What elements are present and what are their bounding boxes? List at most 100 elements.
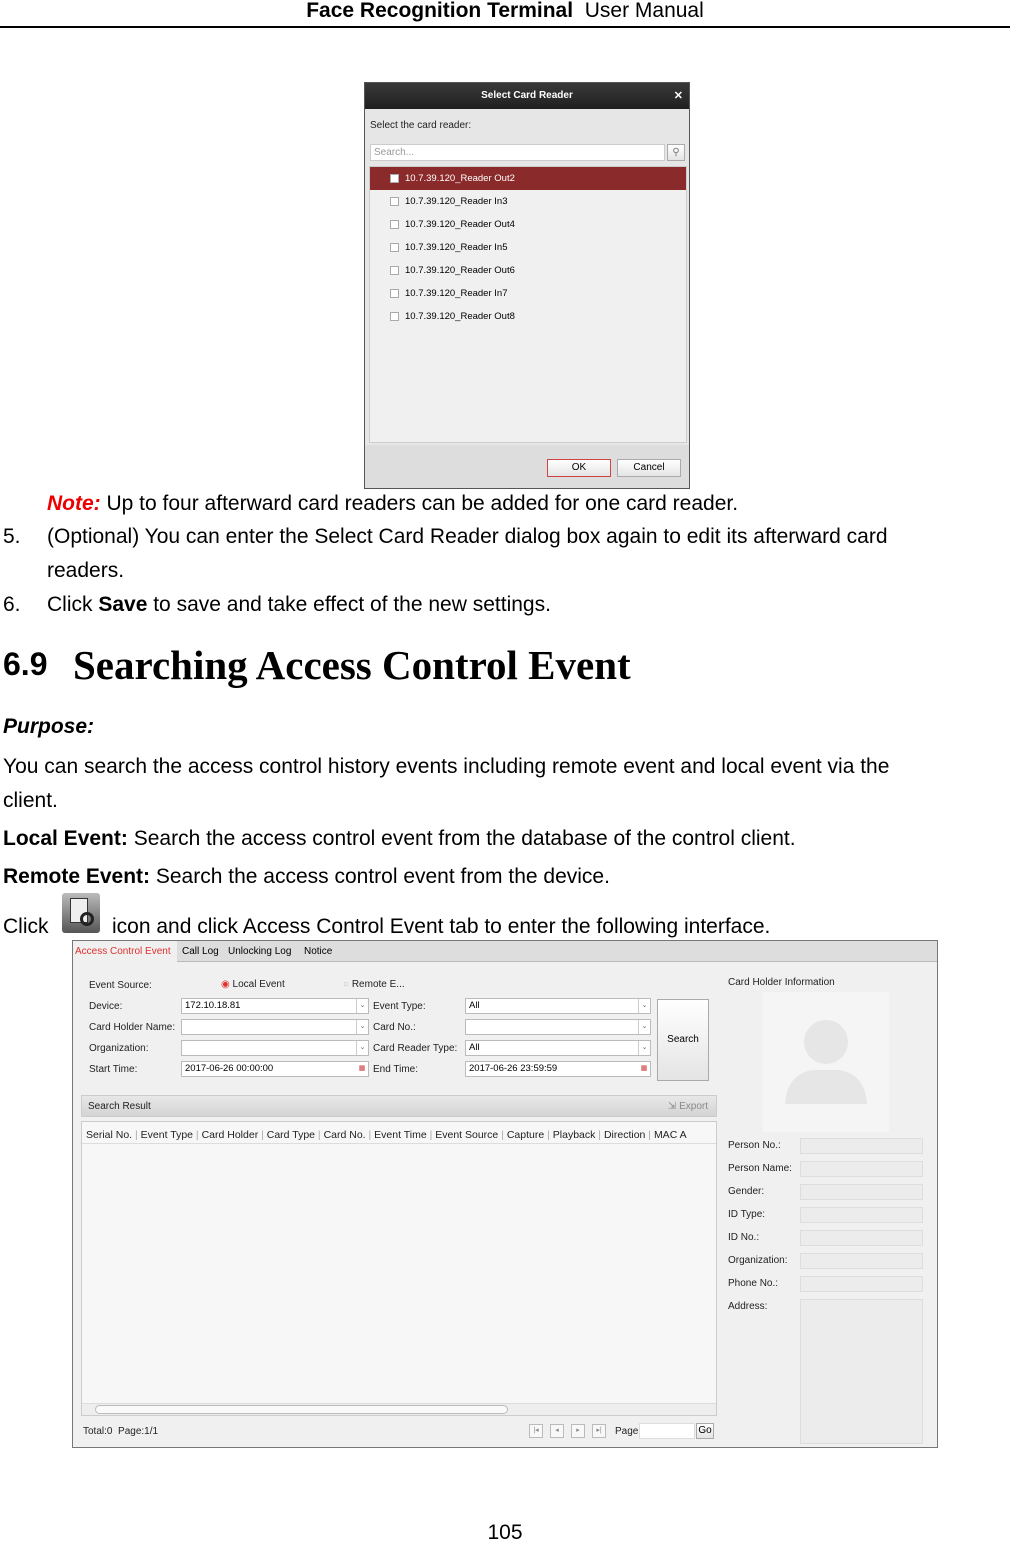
- remote-event-radio[interactable]: ○ Remote E...: [343, 979, 405, 990]
- column-header[interactable]: Direction: [604, 1129, 645, 1141]
- prev-page-icon[interactable]: ◂: [550, 1424, 564, 1438]
- info-field-value: [800, 1207, 923, 1223]
- person-photo: [763, 992, 889, 1132]
- section-number: 6.9: [3, 646, 48, 682]
- note-label: Note:: [47, 492, 101, 515]
- chevron-down-icon: ⌄: [356, 1020, 368, 1034]
- page-label: Page: [615, 1426, 639, 1437]
- column-separator: |: [426, 1129, 436, 1141]
- device-select[interactable]: 172.10.18.81 ⌄: [181, 998, 369, 1014]
- column-header[interactable]: Event Source: [435, 1129, 498, 1141]
- page-header: Face Recognition Terminal User Manual: [0, 0, 1010, 28]
- calendar-icon[interactable]: ▦: [356, 1062, 368, 1076]
- end-time-value: 2017-06-26 23:59:59: [469, 1063, 558, 1074]
- checkbox[interactable]: [390, 288, 399, 298]
- export-button[interactable]: ⇲ Export: [668, 1101, 708, 1112]
- reader-list-item[interactable]: 10.7.39.120_Reader Out2: [370, 167, 686, 190]
- cancel-button[interactable]: Cancel: [617, 459, 681, 477]
- step-number: 5.: [3, 525, 21, 548]
- close-icon[interactable]: ✕: [674, 83, 683, 109]
- reader-list-item[interactable]: 10.7.39.120_Reader Out4: [370, 213, 686, 236]
- tab-unlocking-log[interactable]: Unlocking Log: [228, 941, 291, 962]
- reader-list-item[interactable]: 10.7.39.120_Reader Out8: [370, 305, 686, 328]
- organization-select[interactable]: ⌄: [181, 1040, 369, 1056]
- column-header[interactable]: Card No.: [324, 1129, 366, 1141]
- info-field-value: [800, 1138, 923, 1154]
- reader-name: 10.7.39.120_Reader Out8: [405, 311, 515, 322]
- column-header[interactable]: Event Time: [374, 1129, 427, 1141]
- chevron-down-icon: ⌄: [638, 1041, 650, 1055]
- reader-list-item[interactable]: 10.7.39.120_Reader Out6: [370, 259, 686, 282]
- chevron-down-icon: ⌄: [356, 999, 368, 1013]
- step5-text-cont: readers.: [47, 559, 125, 582]
- column-header[interactable]: Playback: [553, 1129, 596, 1141]
- purpose-text: You can search the access control histor…: [3, 755, 890, 778]
- ok-button[interactable]: OK: [547, 459, 611, 477]
- info-field-value: [800, 1299, 923, 1444]
- column-header[interactable]: Serial No.: [86, 1129, 132, 1141]
- horizontal-scrollbar[interactable]: [82, 1403, 716, 1415]
- start-time-input[interactable]: 2017-06-26 00:00:00 ▦: [181, 1061, 369, 1077]
- info-field-label: Person No.:: [728, 1140, 781, 1151]
- page-input[interactable]: [639, 1423, 695, 1439]
- card-holder-label: Card Holder Name:: [89, 1022, 176, 1033]
- step6-text-end: to save and take effect of the new setti…: [147, 593, 551, 616]
- start-time-value: 2017-06-26 00:00:00: [185, 1063, 274, 1074]
- doc-name: User Manual: [584, 0, 704, 22]
- search-input[interactable]: Search...: [370, 144, 665, 161]
- search-result-bar: Search Result ⇲ Export: [81, 1095, 717, 1117]
- scrollbar-thumb[interactable]: [95, 1405, 508, 1414]
- reader-list-item[interactable]: 10.7.39.120_Reader In5: [370, 236, 686, 259]
- column-header[interactable]: Capture: [507, 1129, 544, 1141]
- checkbox[interactable]: [390, 196, 399, 206]
- next-page-icon[interactable]: ▸: [571, 1424, 585, 1438]
- calendar-icon[interactable]: ▦: [638, 1062, 650, 1076]
- last-page-icon[interactable]: ▸|: [592, 1424, 606, 1438]
- dialog-prompt: Select the card reader:: [370, 120, 472, 131]
- info-field-label: Organization:: [728, 1255, 788, 1266]
- tab-call-log[interactable]: Call Log: [182, 941, 219, 962]
- purpose-text-cont: client.: [3, 789, 58, 812]
- card-reader-type-value: All: [469, 1042, 480, 1053]
- checkbox[interactable]: [390, 311, 399, 321]
- card-no-select[interactable]: ⌄: [465, 1019, 651, 1035]
- end-time-input[interactable]: 2017-06-26 23:59:59 ▦: [465, 1061, 651, 1077]
- reader-list-item[interactable]: 10.7.39.120_Reader In7: [370, 282, 686, 305]
- column-separator: |: [193, 1129, 202, 1141]
- card-no-label: Card No.:: [373, 1022, 416, 1033]
- column-header[interactable]: Event Type: [141, 1129, 193, 1141]
- info-field-value: [800, 1184, 923, 1200]
- search-result-title: Search Result: [88, 1101, 151, 1112]
- local-event-text: Search the access control event from the…: [127, 827, 796, 850]
- remote-event-label: Remote E...: [351, 979, 405, 990]
- search-icon[interactable]: ⚲: [667, 144, 685, 161]
- result-table: Serial No. | Event Type | Card Holder | …: [81, 1121, 717, 1416]
- checkbox[interactable]: [390, 219, 399, 229]
- first-page-icon[interactable]: |◂: [529, 1424, 543, 1438]
- column-header[interactable]: Card Holder: [202, 1129, 259, 1141]
- checkbox[interactable]: [390, 173, 399, 183]
- info-field-label: Phone No.:: [728, 1278, 779, 1289]
- device-value: 172.10.18.81: [185, 1000, 241, 1011]
- column-header[interactable]: MAC A: [654, 1129, 687, 1141]
- tab-notice[interactable]: Notice: [304, 941, 332, 962]
- card-reader-type-select[interactable]: All ⌄: [465, 1040, 651, 1056]
- checkbox[interactable]: [390, 242, 399, 252]
- local-event-radio[interactable]: ◉ Local Event: [221, 979, 285, 990]
- section-title: Searching Access Control Event: [73, 642, 631, 688]
- go-button[interactable]: Go: [696, 1423, 714, 1439]
- search-button[interactable]: Search: [657, 999, 709, 1081]
- checkbox[interactable]: [390, 265, 399, 275]
- event-type-select[interactable]: All ⌄: [465, 998, 651, 1014]
- person-avatar-icon: [785, 1020, 867, 1104]
- info-field-label: Gender:: [728, 1186, 765, 1197]
- dialog-titlebar: Select Card Reader ✕: [365, 83, 689, 109]
- reader-list: 10.7.39.120_Reader Out2 10.7.39.120_Reade…: [369, 166, 687, 443]
- info-field-label: Person Name:: [728, 1163, 792, 1174]
- page-number: 105: [487, 1521, 523, 1544]
- table-header: Serial No. | Event Type | Card Holder | …: [82, 1122, 716, 1144]
- column-header[interactable]: Card Type: [267, 1129, 315, 1141]
- tab-access-control-event[interactable]: Access Control Event: [73, 941, 177, 962]
- card-holder-select[interactable]: ⌄: [181, 1019, 369, 1035]
- reader-list-item[interactable]: 10.7.39.120_Reader In3: [370, 190, 686, 213]
